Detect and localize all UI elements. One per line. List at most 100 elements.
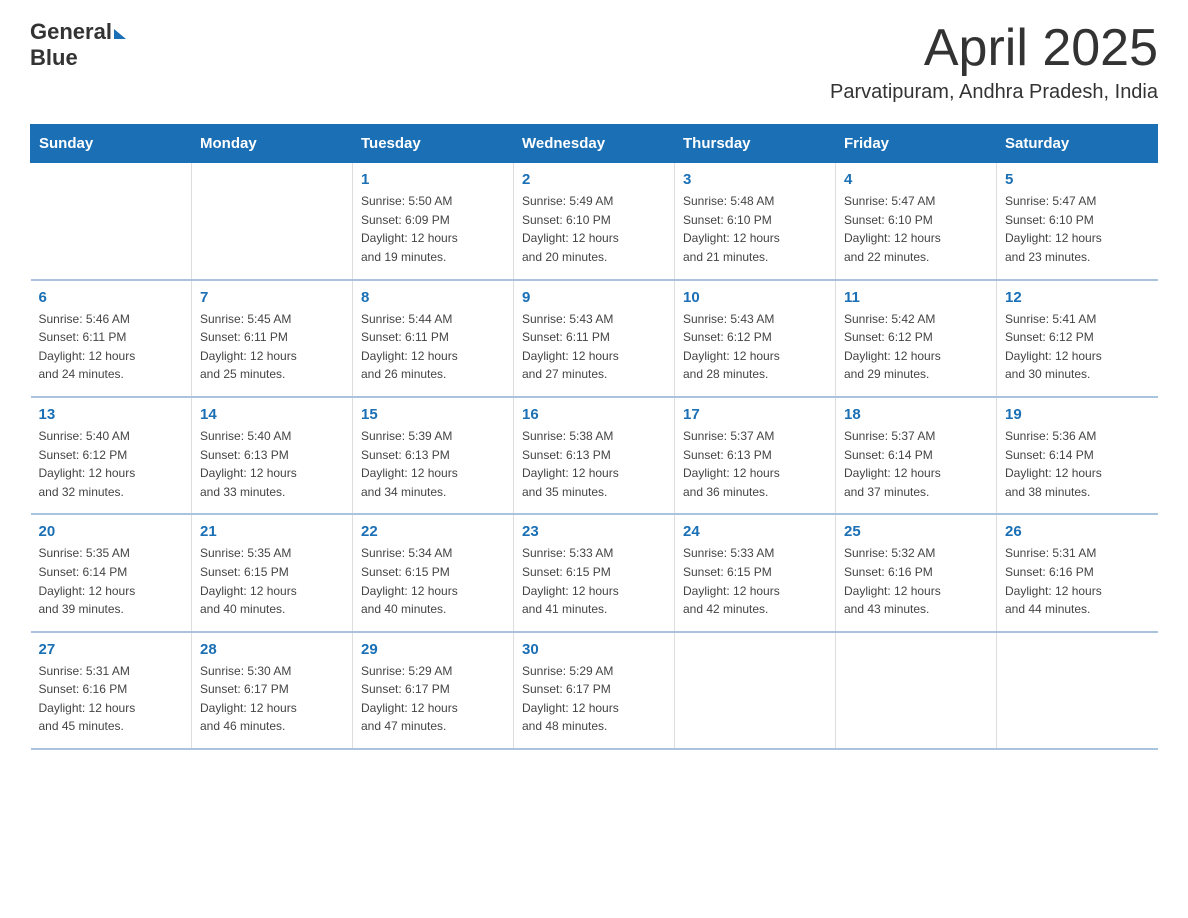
day-info: Sunrise: 5:38 AM Sunset: 6:13 PM Dayligh… xyxy=(522,427,666,501)
calendar-cell: 6Sunrise: 5:46 AM Sunset: 6:11 PM Daylig… xyxy=(31,280,192,397)
day-info: Sunrise: 5:40 AM Sunset: 6:13 PM Dayligh… xyxy=(200,427,344,501)
day-number: 4 xyxy=(844,171,988,188)
day-number: 6 xyxy=(39,289,184,306)
day-number: 26 xyxy=(1005,523,1150,540)
calendar-cell: 27 Sunrise: 5:31 AM Sunset: 6:16 PM Dayli… xyxy=(31,632,192,749)
calendar-cell: 10 Sunrise: 5:43 AM Sunset: 6:12 PM Dayli… xyxy=(675,280,836,397)
day-info: Sunrise: 5:47 AM Sunset: 6:10 PM Dayligh… xyxy=(844,192,988,266)
day-info: Sunrise: 5:33 AM Sunset: 6:15 PM Dayligh… xyxy=(683,544,827,618)
day-number: 8 xyxy=(361,289,505,306)
day-info: Sunrise: 5:35 AM Sunset: 6:14 PM Dayligh… xyxy=(39,544,184,618)
calendar-cell: 7Sunrise: 5:45 AM Sunset: 6:11 PM Daylig… xyxy=(192,280,353,397)
day-number: 25 xyxy=(844,523,988,540)
calendar-week-3: 13Sunrise: 5:40 AM Sunset: 6:12 PM Dayli… xyxy=(31,397,1158,514)
calendar-cell: 19Sunrise: 5:36 AM Sunset: 6:14 PM Dayli… xyxy=(997,397,1158,514)
day-number: 23 xyxy=(522,523,666,540)
location: Parvatipuram, Andhra Pradesh, India xyxy=(830,81,1158,104)
day-info: Sunrise: 5:32 AM Sunset: 6:16 PM Dayligh… xyxy=(844,544,988,618)
day-number: 30 xyxy=(522,641,666,658)
calendar-cell: 30 Sunrise: 5:29 AM Sunset: 6:17 PM Dayli… xyxy=(514,632,675,749)
calendar-cell: 28Sunrise: 5:30 AM Sunset: 6:17 PM Dayli… xyxy=(192,632,353,749)
calendar-cell: 1 Sunrise: 5:50 AM Sunset: 6:09 PM Daylig… xyxy=(353,163,514,280)
calendar-cell xyxy=(836,632,997,749)
day-number: 3 xyxy=(683,171,827,188)
day-number: 16 xyxy=(522,406,666,423)
day-number: 17 xyxy=(683,406,827,423)
calendar-cell: 8 Sunrise: 5:44 AM Sunset: 6:11 PM Daylig… xyxy=(353,280,514,397)
day-number: 2 xyxy=(522,171,666,188)
calendar-table: SundayMondayTuesdayWednesdayThursdayFrid… xyxy=(30,124,1158,750)
logo: General Blue xyxy=(30,20,126,70)
day-number: 28 xyxy=(200,641,344,658)
day-info: Sunrise: 5:50 AM Sunset: 6:09 PM Dayligh… xyxy=(361,192,505,266)
weekday-header-sunday: Sunday xyxy=(31,125,192,163)
calendar-week-5: 27 Sunrise: 5:31 AM Sunset: 6:16 PM Dayli… xyxy=(31,632,1158,749)
calendar-body: 1 Sunrise: 5:50 AM Sunset: 6:09 PM Daylig… xyxy=(31,163,1158,749)
weekday-header-saturday: Saturday xyxy=(997,125,1158,163)
day-info: Sunrise: 5:34 AM Sunset: 6:15 PM Dayligh… xyxy=(361,544,505,618)
calendar-cell: 18 Sunrise: 5:37 AM Sunset: 6:14 PM Dayli… xyxy=(836,397,997,514)
logo-general: General xyxy=(30,20,112,44)
calendar-cell: 9 Sunrise: 5:43 AM Sunset: 6:11 PM Daylig… xyxy=(514,280,675,397)
calendar-cell: 3 Sunrise: 5:48 AM Sunset: 6:10 PM Daylig… xyxy=(675,163,836,280)
calendar-week-2: 6Sunrise: 5:46 AM Sunset: 6:11 PM Daylig… xyxy=(31,280,1158,397)
month-title: April 2025 xyxy=(830,20,1158,77)
calendar-cell xyxy=(192,163,353,280)
calendar-header: SundayMondayTuesdayWednesdayThursdayFrid… xyxy=(31,125,1158,163)
weekday-header-row: SundayMondayTuesdayWednesdayThursdayFrid… xyxy=(31,125,1158,163)
weekday-header-monday: Monday xyxy=(192,125,353,163)
calendar-cell: 16 Sunrise: 5:38 AM Sunset: 6:13 PM Dayli… xyxy=(514,397,675,514)
day-number: 10 xyxy=(683,289,827,306)
calendar-cell: 14 Sunrise: 5:40 AM Sunset: 6:13 PM Dayli… xyxy=(192,397,353,514)
day-info: Sunrise: 5:47 AM Sunset: 6:10 PM Dayligh… xyxy=(1005,192,1150,266)
day-info: Sunrise: 5:48 AM Sunset: 6:10 PM Dayligh… xyxy=(683,192,827,266)
day-info: Sunrise: 5:31 AM Sunset: 6:16 PM Dayligh… xyxy=(39,662,184,736)
day-number: 29 xyxy=(361,641,505,658)
day-info: Sunrise: 5:41 AM Sunset: 6:12 PM Dayligh… xyxy=(1005,310,1150,384)
calendar-cell: 12Sunrise: 5:41 AM Sunset: 6:12 PM Dayli… xyxy=(997,280,1158,397)
calendar-cell: 4 Sunrise: 5:47 AM Sunset: 6:10 PM Daylig… xyxy=(836,163,997,280)
calendar-cell: 2Sunrise: 5:49 AM Sunset: 6:10 PM Daylig… xyxy=(514,163,675,280)
calendar-cell: 25 Sunrise: 5:32 AM Sunset: 6:16 PM Dayli… xyxy=(836,514,997,631)
calendar-week-4: 20 Sunrise: 5:35 AM Sunset: 6:14 PM Dayli… xyxy=(31,514,1158,631)
day-number: 27 xyxy=(39,641,184,658)
day-info: Sunrise: 5:45 AM Sunset: 6:11 PM Dayligh… xyxy=(200,310,344,384)
day-number: 18 xyxy=(844,406,988,423)
logo-arrow-icon xyxy=(114,29,126,39)
day-number: 20 xyxy=(39,523,184,540)
day-info: Sunrise: 5:43 AM Sunset: 6:11 PM Dayligh… xyxy=(522,310,666,384)
day-info: Sunrise: 5:44 AM Sunset: 6:11 PM Dayligh… xyxy=(361,310,505,384)
day-number: 5 xyxy=(1005,171,1150,188)
day-number: 14 xyxy=(200,406,344,423)
day-number: 19 xyxy=(1005,406,1150,423)
day-info: Sunrise: 5:40 AM Sunset: 6:12 PM Dayligh… xyxy=(39,427,184,501)
calendar-cell: 24 Sunrise: 5:33 AM Sunset: 6:15 PM Dayli… xyxy=(675,514,836,631)
day-info: Sunrise: 5:39 AM Sunset: 6:13 PM Dayligh… xyxy=(361,427,505,501)
day-number: 22 xyxy=(361,523,505,540)
logo-blue: Blue xyxy=(30,45,78,70)
calendar-cell: 20 Sunrise: 5:35 AM Sunset: 6:14 PM Dayli… xyxy=(31,514,192,631)
day-number: 9 xyxy=(522,289,666,306)
calendar-cell xyxy=(675,632,836,749)
calendar-cell: 13Sunrise: 5:40 AM Sunset: 6:12 PM Dayli… xyxy=(31,397,192,514)
calendar-cell: 22 Sunrise: 5:34 AM Sunset: 6:15 PM Dayli… xyxy=(353,514,514,631)
calendar-cell xyxy=(997,632,1158,749)
calendar-cell: 17Sunrise: 5:37 AM Sunset: 6:13 PM Dayli… xyxy=(675,397,836,514)
calendar-cell: 21 Sunrise: 5:35 AM Sunset: 6:15 PM Dayli… xyxy=(192,514,353,631)
day-number: 21 xyxy=(200,523,344,540)
day-info: Sunrise: 5:35 AM Sunset: 6:15 PM Dayligh… xyxy=(200,544,344,618)
day-number: 1 xyxy=(361,171,505,188)
day-info: Sunrise: 5:29 AM Sunset: 6:17 PM Dayligh… xyxy=(522,662,666,736)
calendar-cell: 11Sunrise: 5:42 AM Sunset: 6:12 PM Dayli… xyxy=(836,280,997,397)
day-number: 24 xyxy=(683,523,827,540)
weekday-header-tuesday: Tuesday xyxy=(353,125,514,163)
day-info: Sunrise: 5:33 AM Sunset: 6:15 PM Dayligh… xyxy=(522,544,666,618)
day-number: 15 xyxy=(361,406,505,423)
day-info: Sunrise: 5:37 AM Sunset: 6:14 PM Dayligh… xyxy=(844,427,988,501)
calendar-cell xyxy=(31,163,192,280)
calendar-cell: 29Sunrise: 5:29 AM Sunset: 6:17 PM Dayli… xyxy=(353,632,514,749)
day-info: Sunrise: 5:31 AM Sunset: 6:16 PM Dayligh… xyxy=(1005,544,1150,618)
weekday-header-friday: Friday xyxy=(836,125,997,163)
calendar-cell: 23 Sunrise: 5:33 AM Sunset: 6:15 PM Dayli… xyxy=(514,514,675,631)
day-info: Sunrise: 5:43 AM Sunset: 6:12 PM Dayligh… xyxy=(683,310,827,384)
